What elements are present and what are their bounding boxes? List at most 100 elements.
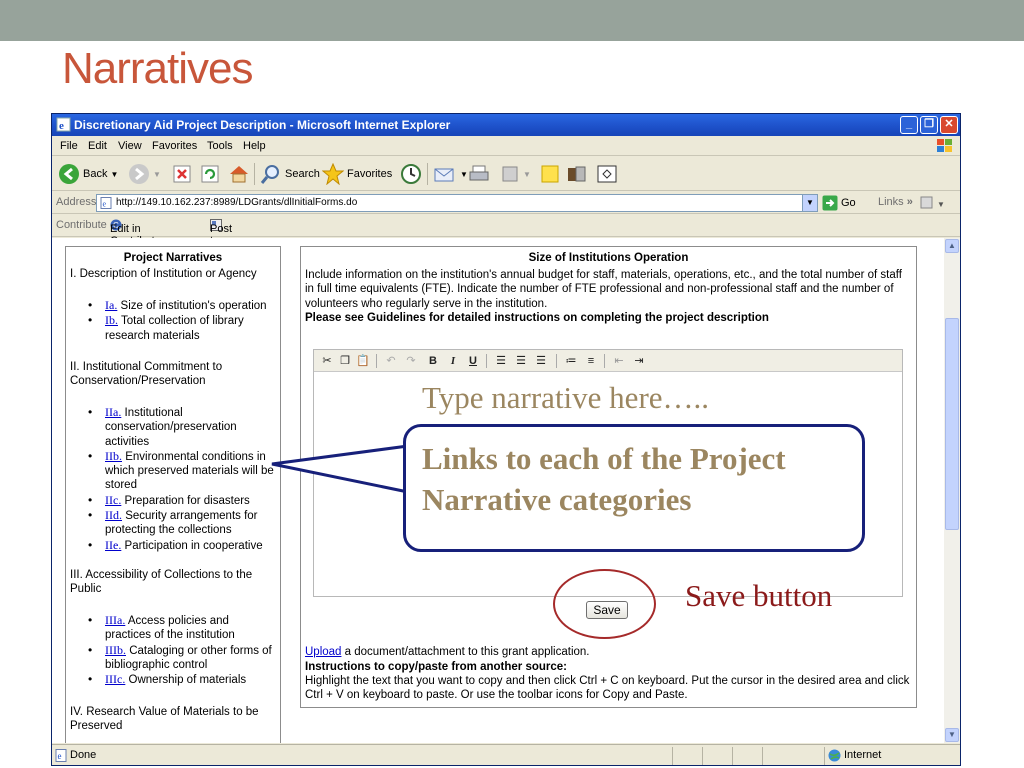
toolbar-separator <box>254 163 255 185</box>
notes-button[interactable] <box>540 163 560 185</box>
nav-item: Ib. Total collection of library research… <box>82 313 276 343</box>
nav-link-iiic[interactable]: IIIc. <box>105 672 125 686</box>
align-center-icon[interactable]: ☰ <box>514 354 528 368</box>
menu-help[interactable]: Help <box>243 140 266 152</box>
history-button[interactable] <box>400 163 422 185</box>
cut-icon[interactable]: ✂ <box>320 354 334 368</box>
forward-button[interactable]: ▼ <box>128 163 161 185</box>
menu-favorites[interactable]: Favorites <box>152 140 197 152</box>
post-to-blog-button[interactable]: Post to Blog <box>210 219 232 259</box>
go-label: Go <box>841 197 856 209</box>
bullet-list-icon[interactable]: ≔ <box>564 354 578 368</box>
indent-icon[interactable]: ⇥ <box>632 354 646 368</box>
refresh-button[interactable] <box>200 163 220 185</box>
svg-text:e: e <box>103 200 107 209</box>
toolbar-options-icon[interactable]: ▼ <box>920 195 946 211</box>
nav-item: IIc. Preparation for disasters <box>82 493 276 508</box>
nav-link-ib[interactable]: Ib. <box>105 313 118 327</box>
home-icon <box>230 166 248 183</box>
outdent-icon[interactable]: ⇤ <box>612 354 626 368</box>
back-button[interactable]: Back ▼ <box>58 163 118 185</box>
address-url: http://149.10.162.237:8989/LDGrants/dlIn… <box>116 197 358 208</box>
minimize-button[interactable]: _ <box>900 116 918 134</box>
nav-section-title: III. Accessibility of Collections to the… <box>70 569 253 596</box>
scroll-up-icon[interactable]: ▲ <box>945 239 959 253</box>
browser-toolbar: Back ▼ ▼ Search Favorites ▼ ▼ <box>52 157 960 191</box>
address-dropdown-icon[interactable]: ▼ <box>802 194 818 212</box>
nav-item: IIa. Institutional conservation/preserva… <box>82 405 276 449</box>
align-left-icon[interactable]: ☰ <box>494 354 508 368</box>
nav-link-ia[interactable]: Ia. <box>105 298 117 312</box>
form-heading: Size of Institutions Operation <box>528 252 689 264</box>
back-label: Back <box>83 168 108 180</box>
edit-page-button[interactable]: ▼ <box>500 163 531 185</box>
search-button[interactable]: Search <box>260 163 320 185</box>
bold-button[interactable]: B <box>426 354 440 368</box>
search-label: Search <box>285 168 320 180</box>
nav-link-iib[interactable]: IIb. <box>105 449 122 463</box>
research-button[interactable] <box>566 163 588 185</box>
status-separator <box>672 747 673 765</box>
home-button[interactable] <box>228 163 250 185</box>
editor-separator <box>556 354 557 368</box>
refresh-icon <box>201 165 219 183</box>
italic-button[interactable]: I <box>446 354 460 368</box>
print-button[interactable] <box>468 163 490 185</box>
favorites-button[interactable]: Favorites <box>322 163 392 185</box>
nav-item: IIb. Environmental conditions in which p… <box>82 449 276 493</box>
research-icon <box>568 166 586 182</box>
window-icon <box>597 165 617 183</box>
go-arrow-icon <box>822 195 838 211</box>
menu-tools[interactable]: Tools <box>207 140 233 152</box>
edit-dropdown-icon: ▼ <box>523 169 531 179</box>
close-button[interactable]: ✕ <box>940 116 958 134</box>
svg-text:e: e <box>58 751 62 761</box>
stop-button[interactable] <box>172 163 192 185</box>
numbered-list-icon[interactable]: ≡ <box>584 354 598 368</box>
menu-view[interactable]: View <box>118 140 142 152</box>
print-icon <box>469 165 489 181</box>
upload-link[interactable]: Upload <box>305 646 341 658</box>
messenger-button[interactable] <box>596 163 618 185</box>
search-icon <box>260 165 279 184</box>
mail-button[interactable]: ▼ <box>433 163 468 185</box>
nav-link-iiia[interactable]: IIIa. <box>105 613 125 627</box>
type-narrative-annotation: Type narrative here….. <box>422 380 710 415</box>
maximize-button[interactable]: ❐ <box>920 116 938 134</box>
nav-link-iia[interactable]: IIa. <box>105 405 121 419</box>
nav-link-iie[interactable]: IIe. <box>105 538 121 552</box>
copy-icon[interactable]: ❐ <box>338 354 352 368</box>
nav-section-items: IIa. Institutional conservation/preserva… <box>82 405 276 553</box>
menu-file[interactable]: File <box>60 140 78 152</box>
copy-paste-heading: Instructions to copy/paste from another … <box>305 661 567 673</box>
note-icon <box>541 165 559 183</box>
history-icon <box>401 164 421 184</box>
undo-icon[interactable]: ↶ <box>384 354 398 368</box>
nav-link-iiib[interactable]: IIIb. <box>105 643 126 657</box>
window-titlebar[interactable]: e Discretionary Aid Project Description … <box>52 114 960 136</box>
window-title: Discretionary Aid Project Description - … <box>74 118 451 132</box>
nav-item: IIe. Participation in cooperative <box>82 538 276 553</box>
go-button[interactable]: Go <box>822 195 856 211</box>
redo-icon[interactable]: ↷ <box>404 354 418 368</box>
scroll-down-icon[interactable]: ▼ <box>945 728 959 742</box>
edit-in-contribute-button[interactable]: C Edit in Contribute <box>110 219 161 247</box>
slide: Narratives e Discretionary Aid Project D… <box>0 0 1024 768</box>
nav-item: IIIc. Ownership of materials <box>82 672 276 687</box>
align-right-icon[interactable]: ☰ <box>534 354 548 368</box>
nav-link-iid[interactable]: IId. <box>105 508 122 522</box>
nav-section-items: IIIa. Access policies and practices of t… <box>82 613 276 687</box>
nav-link-iic[interactable]: IIc. <box>105 493 121 507</box>
form-instructions: Include information on the institution's… <box>305 269 902 310</box>
status-text: Done <box>70 749 97 761</box>
underline-button[interactable]: U <box>466 354 480 368</box>
vertical-scrollbar[interactable]: ▲ ▼ <box>944 238 960 743</box>
paste-icon[interactable]: 📋 <box>356 354 370 368</box>
menu-edit[interactable]: Edit <box>88 140 107 152</box>
guidelines-note: Please see Guidelines for detailed instr… <box>305 312 769 324</box>
mail-dropdown-icon: ▼ <box>460 169 468 179</box>
scroll-thumb[interactable] <box>945 318 959 530</box>
nav-section-title: II. Institutional Commitment to Conserva… <box>70 361 223 388</box>
address-input[interactable]: e http://149.10.162.237:8989/LDGrants/dl… <box>96 194 818 212</box>
links-label[interactable]: Links » <box>878 196 913 208</box>
